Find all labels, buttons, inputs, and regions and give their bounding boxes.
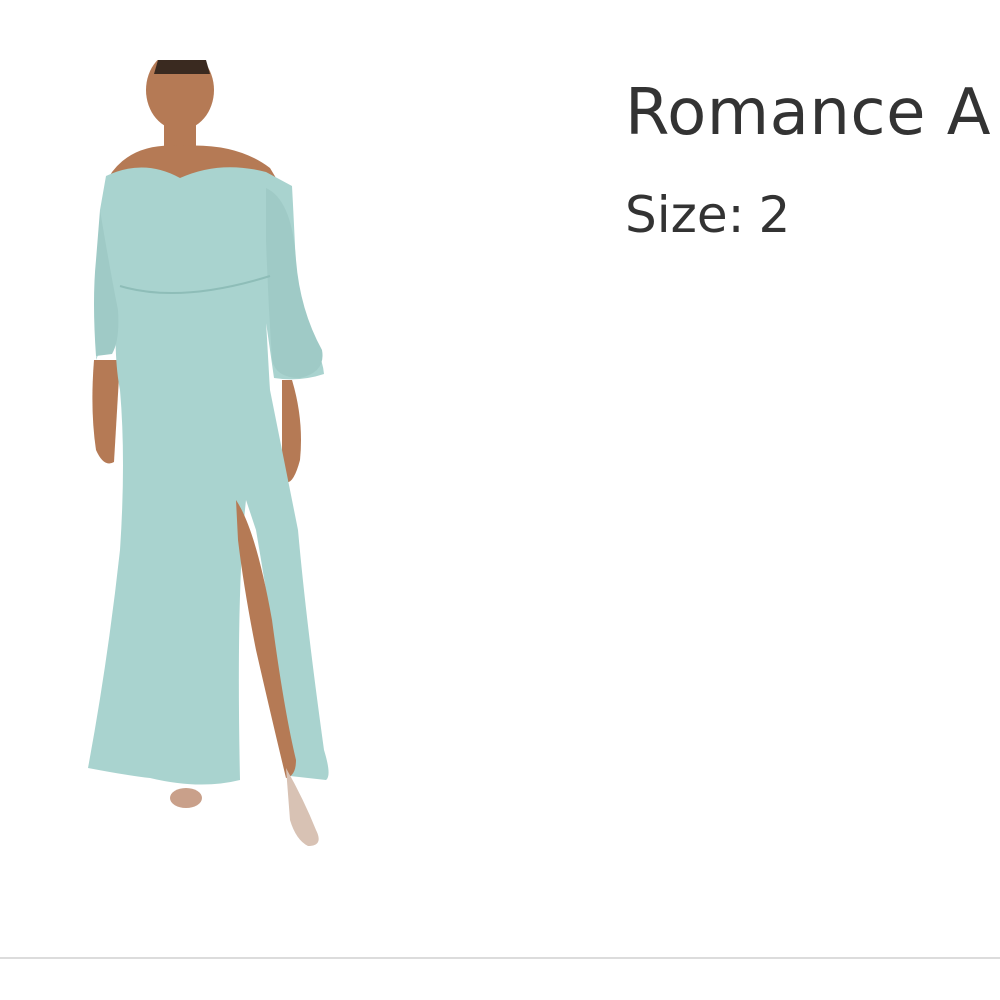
model-hair [154,60,210,74]
dress-right-sleeve [266,188,323,378]
size-label: Size: [625,186,745,244]
model-left-hand [92,360,120,464]
dress-model-icon [88,60,329,846]
model-left-shoe [170,788,202,808]
model-right-shoe [286,768,319,846]
product-card: Romance A Size: 2 [0,0,1000,1000]
product-title: Romance A [625,76,992,150]
product-size: Size: 2 [625,188,790,243]
divider [0,957,1000,959]
product-photo[interactable] [60,60,390,880]
size-value: 2 [758,186,791,244]
